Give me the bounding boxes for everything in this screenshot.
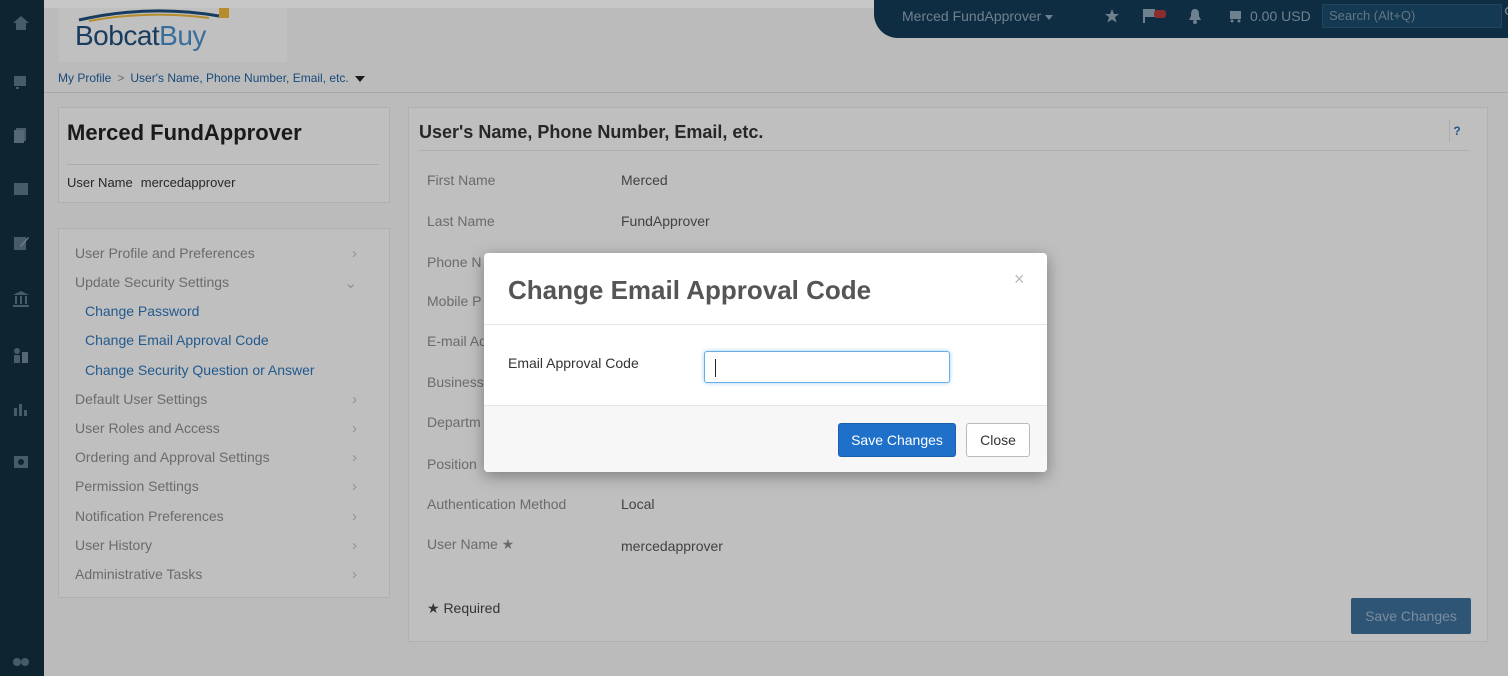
close-icon[interactable]: × bbox=[1014, 269, 1025, 290]
email-approval-code-label: Email Approval Code bbox=[508, 355, 639, 371]
close-button[interactable]: Close bbox=[966, 423, 1030, 457]
dialog-footer: Save Changes Close bbox=[484, 405, 1047, 472]
divider bbox=[484, 324, 1047, 325]
save-changes-button[interactable]: Save Changes bbox=[838, 423, 956, 457]
email-approval-code-input[interactable] bbox=[704, 351, 950, 383]
dialog-title: Change Email Approval Code bbox=[508, 275, 872, 305]
change-email-approval-code-dialog: Change Email Approval Code × Email Appro… bbox=[484, 253, 1047, 472]
text-cursor bbox=[715, 359, 716, 377]
